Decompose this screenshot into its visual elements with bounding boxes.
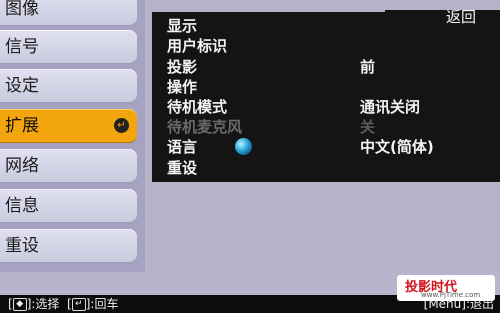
sidebar-item-network[interactable]: 网络 [0, 149, 137, 183]
row-label: 语言 [167, 138, 198, 156]
menu-row-standby-mic: 待机麦克风 关 [167, 118, 375, 136]
sidebar-item-signal[interactable]: 信号 [0, 30, 137, 64]
menu-row-projection[interactable]: 投影 前 [167, 58, 375, 76]
sidebar-item-label: 图像 [5, 0, 39, 19]
sidebar-item-label: 扩展 [5, 116, 39, 136]
sidebar-item-label: 重设 [5, 236, 39, 256]
enter-key-icon: ↵ [71, 298, 86, 311]
row-label: 用户标识 [167, 37, 228, 55]
back-button-label: 返回 [445, 8, 476, 26]
row-value: 中文(简体) [360, 138, 434, 156]
menu-row-display[interactable]: 显示 [167, 17, 197, 35]
main-panel-area: 返回 显示 用户标识 投影 前 操作 待机模式 通讯关闭 待机麦克风 关 语言 … [145, 0, 500, 272]
row-label: 显示 [167, 17, 198, 35]
sidebar-item-info[interactable]: 信息 [0, 189, 137, 223]
sidebar-menu: 图像 信号 设定 扩展 ↵ 网络 信息 重设 [0, 0, 145, 272]
row-value: 通讯关闭 [360, 98, 421, 116]
row-value: 关 [360, 118, 376, 136]
sidebar-item-reset[interactable]: 重设 [0, 229, 137, 263]
row-label: 重设 [167, 159, 198, 177]
sidebar-item-settings[interactable]: 设定 [0, 69, 137, 103]
sidebar-item-image[interactable]: 图像 [0, 0, 137, 26]
key-hints: [◆]:选择 [↵]:回车 [8, 297, 119, 311]
enter-hint-label: :回车 [90, 297, 119, 311]
sidebar-item-label: 网络 [5, 156, 39, 176]
select-hint-label: :选择 [31, 297, 60, 311]
sidebar-item-extended[interactable]: 扩展 ↵ [0, 109, 137, 143]
back-tab[interactable]: 返回 [385, 8, 500, 30]
row-value: 前 [360, 58, 376, 76]
menu-row-language[interactable]: 语言 中文(简体) [167, 138, 434, 156]
row-label: 待机麦克风 [167, 118, 243, 136]
settings-panel: 返回 显示 用户标识 投影 前 操作 待机模式 通讯关闭 待机麦克风 关 语言 … [152, 8, 500, 182]
globe-icon [235, 138, 252, 155]
sidebar-item-label: 信号 [5, 37, 39, 57]
watermark-logo: 投影时代 www.PjTime.com [397, 275, 495, 301]
select-key-icon: ◆ [12, 298, 27, 311]
row-label: 投影 [167, 58, 198, 76]
menu-row-standby-mode[interactable]: 待机模式 通讯关闭 [167, 98, 420, 116]
row-label: 待机模式 [167, 98, 228, 116]
menu-row-user-logo[interactable]: 用户标识 [167, 37, 227, 55]
sidebar-item-label: 设定 [5, 76, 39, 96]
menu-row-operation[interactable]: 操作 [167, 78, 197, 96]
row-label: 操作 [167, 78, 198, 96]
menu-row-reset[interactable]: 重设 [167, 159, 197, 177]
sidebar-item-label: 信息 [5, 196, 39, 216]
enter-icon: ↵ [114, 118, 129, 133]
logo-url: www.PjTime.com [421, 291, 481, 299]
